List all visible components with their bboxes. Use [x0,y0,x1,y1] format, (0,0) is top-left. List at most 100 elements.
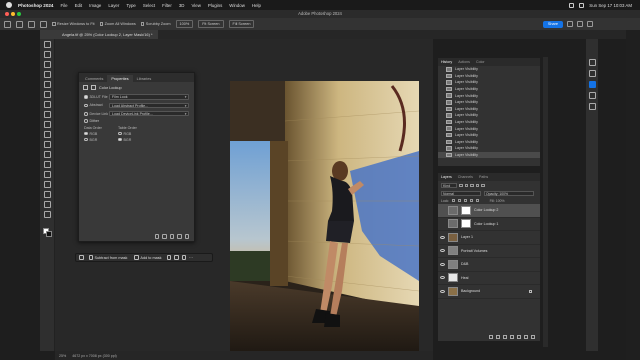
eraser-tool-icon[interactable] [44,161,51,168]
tab-paths[interactable]: Paths [479,175,488,179]
history-brush-tool-icon[interactable] [44,151,51,158]
history-item-current[interactable]: Layer Visibility [438,151,540,159]
menu-3d[interactable]: 3D [179,3,185,8]
control-center-icon[interactable] [569,2,575,8]
drag-handle-icon[interactable] [79,255,84,260]
tab-channels[interactable]: Channels [458,175,473,179]
search-icon[interactable] [567,21,573,27]
menu-type[interactable]: Type [126,3,136,8]
document-tab[interactable]: Angela.tif @ 25% (Color Lookup 2, Layer … [40,30,159,39]
layer-row[interactable]: Color Lookup 2 [438,204,540,218]
layer-row[interactable]: Heal [438,272,540,285]
tab-actions[interactable]: Actions [458,60,470,64]
lock-position-icon[interactable] [463,198,468,203]
scrubby-zoom-checkbox[interactable]: Scrubby Zoom [140,22,171,26]
history-item[interactable]: Layer Visibility [438,86,540,93]
table-order-rgb[interactable]: RGB [118,132,152,136]
clip-to-layer-icon[interactable] [154,234,159,239]
menu-window[interactable]: Window [229,3,245,8]
fit-screen-button[interactable]: Fit Screen [198,20,224,28]
shape-filter-icon[interactable] [475,183,479,188]
adjustments-icon[interactable] [588,92,596,99]
abstract-dropdown[interactable]: Load Abstract Profile... [109,102,189,109]
more-options-icon[interactable]: ⋯ [189,255,193,260]
home-icon[interactable] [4,20,11,28]
layer-kind-filter[interactable]: Kind [441,183,457,188]
layer-row[interactable]: Layer 1 [438,231,540,245]
menu-layer[interactable]: Layer [108,3,119,8]
object-selection-tool-icon[interactable] [44,81,51,88]
history-item[interactable]: Layer Visibility [438,132,540,139]
data-order-rgb-radio[interactable] [84,131,88,136]
healing-brush-tool-icon[interactable] [44,121,51,128]
pen-tool-icon[interactable] [44,191,51,198]
new-layer-icon[interactable] [524,335,528,339]
menu-view[interactable]: View [191,3,200,8]
lock-artboard-icon[interactable] [469,198,474,203]
history-item[interactable]: Layer Visibility [438,145,540,152]
move-tool-icon[interactable] [44,41,51,48]
resize-windows-checkbox[interactable]: Resize Windows to Fit [52,22,95,26]
tab-properties[interactable]: Properties [107,75,133,82]
artboard-tool-icon[interactable] [44,51,51,58]
zoom-window-button[interactable] [17,12,21,16]
learn-icon[interactable] [588,59,596,66]
panel-layout-icon[interactable] [587,21,593,27]
discover-icon[interactable] [588,81,596,88]
search-icon[interactable] [579,2,585,8]
lasso-tool-icon[interactable] [44,71,51,78]
layer-mask-thumbnail[interactable] [461,205,471,215]
layer-mask-thumbnail[interactable] [461,219,471,229]
zoom-100-button[interactable]: 100% [175,20,194,28]
fill-field[interactable]: Fill: 100% [490,199,505,203]
apple-icon[interactable] [6,2,12,8]
feather-icon[interactable] [181,255,187,260]
history-item[interactable]: Layer Visibility [438,66,540,73]
workspace-icon[interactable] [577,21,583,27]
menu-edit[interactable]: Edit [75,3,83,8]
smart-object-filter-icon[interactable] [481,183,485,188]
zoom-tool-icon[interactable] [16,20,23,28]
link-layers-icon[interactable] [489,335,493,339]
eye-icon[interactable] [440,235,445,239]
lut-file-radio[interactable] [84,95,88,99]
type-tool-icon[interactable] [44,201,51,208]
opacity-field[interactable]: Opacity: 100% [484,191,534,196]
pixel-filter-icon[interactable] [459,183,463,188]
menu-app-name[interactable]: Photoshop 2024 [18,3,53,8]
trash-icon[interactable] [531,335,535,339]
share-button[interactable]: Share [542,20,563,28]
lock-image-icon[interactable] [457,198,462,203]
dither-checkbox[interactable] [84,119,88,123]
zoom-out-icon[interactable] [40,20,47,28]
layer-row[interactable]: D&B [438,258,540,272]
eyedropper-tool-icon[interactable] [44,111,51,118]
eye-icon[interactable] [440,249,445,253]
document-size[interactable]: 4672 px x 7008 px (300 ppi) [72,354,117,358]
add-mask-icon[interactable] [503,335,507,339]
table-order-bgr-radio[interactable] [118,137,122,142]
brush-tool-icon[interactable] [44,131,51,138]
zoom-tool-icon[interactable] [44,211,51,218]
history-item[interactable]: Layer Visibility [438,79,540,86]
fill-screen-button[interactable]: Fill Screen [228,20,255,28]
lut-file-dropdown[interactable]: Film Look [109,94,189,100]
frame-tool-icon[interactable] [44,101,51,108]
layer-row[interactable]: Color Lookup 1 [438,218,540,231]
history-item[interactable]: Layer Visibility [438,112,540,119]
device-link-dropdown[interactable]: Load DeviceLink Profile... [109,110,189,117]
reset-icon[interactable] [169,234,174,239]
marquee-tool-icon[interactable] [44,61,51,68]
layer-row[interactable]: Background [438,285,540,299]
data-order-rgb[interactable]: RGB [84,132,118,136]
mask-icon[interactable] [91,85,96,90]
paragraph-icon[interactable] [588,103,596,110]
history-item[interactable]: Layer Visibility [438,119,540,126]
history-item[interactable]: Layer Visibility [438,125,540,132]
menu-filter[interactable]: Filter [162,3,172,8]
subtract-from-mask-button[interactable]: Subtract from mask [87,255,130,260]
data-order-bgr[interactable]: BGR [84,138,118,142]
view-previous-icon[interactable] [162,234,167,239]
tab-comments[interactable]: Comments [81,75,107,82]
eye-icon[interactable] [440,289,445,293]
